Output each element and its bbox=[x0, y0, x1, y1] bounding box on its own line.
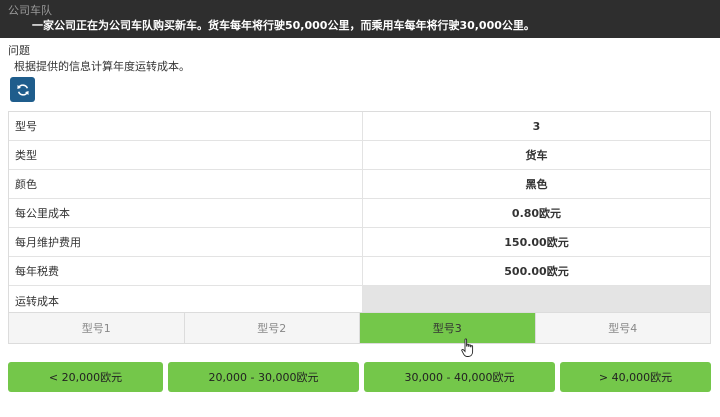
tab-model-2[interactable]: 型号2 bbox=[185, 313, 360, 343]
row-label: 每年税费 bbox=[9, 257, 363, 285]
answer-options: < 20,000欧元 20,000 - 30,000欧元 30,000 - 40… bbox=[8, 362, 711, 392]
table-row: 型号 3 bbox=[9, 112, 710, 141]
answer-button[interactable]: < 20,000欧元 bbox=[8, 362, 163, 392]
answer-button[interactable]: > 40,000欧元 bbox=[560, 362, 711, 392]
row-value: 3 bbox=[532, 119, 541, 133]
row-label: 每月维护费用 bbox=[9, 228, 363, 256]
table-row: 运转成本 bbox=[9, 286, 710, 315]
question-text: 根据提供的信息计算年度运转成本。 bbox=[14, 60, 190, 73]
row-value: 150.00欧元 bbox=[504, 236, 569, 249]
row-value: 黑色 bbox=[525, 178, 548, 191]
question-label: 问题 bbox=[8, 44, 30, 57]
refresh-icon bbox=[16, 83, 29, 96]
scenario-description: 一家公司正在为公司车队购买新车。货车每年将行驶50,000公里，而乘用车每年将行… bbox=[32, 19, 535, 32]
row-label: 颜色 bbox=[9, 170, 363, 198]
refresh-button[interactable] bbox=[10, 77, 35, 102]
table-row: 颜色 黑色 bbox=[9, 170, 710, 199]
tab-model-3[interactable]: 型号3 bbox=[360, 313, 536, 343]
scenario-header: 公司车队 一家公司正在为公司车队购买新车。货车每年将行驶50,000公里，而乘用… bbox=[0, 0, 720, 38]
vehicle-info-table: 型号 3 类型 货车 颜色 黑色 每公里成本 0.80欧元 每月维护费用 150… bbox=[8, 111, 711, 316]
row-label: 类型 bbox=[9, 141, 363, 169]
table-row: 每年税费 500.00欧元 bbox=[9, 257, 710, 286]
table-row: 每月维护费用 150.00欧元 bbox=[9, 228, 710, 257]
table-row: 类型 货车 bbox=[9, 141, 710, 170]
row-label: 每公里成本 bbox=[9, 199, 363, 227]
hand-cursor-icon bbox=[461, 338, 474, 357]
row-label: 型号 bbox=[9, 112, 363, 140]
row-label: 运转成本 bbox=[9, 286, 363, 315]
table-row: 每公里成本 0.80欧元 bbox=[9, 199, 710, 228]
row-value: 500.00欧元 bbox=[504, 265, 569, 278]
scenario-title: 公司车队 bbox=[8, 4, 52, 17]
tab-model-1[interactable]: 型号1 bbox=[9, 313, 185, 343]
model-tabs: 型号1 型号2 型号3 型号4 bbox=[8, 312, 711, 344]
answer-button[interactable]: 30,000 - 40,000欧元 bbox=[364, 362, 555, 392]
running-cost-value bbox=[363, 286, 710, 315]
tab-model-4[interactable]: 型号4 bbox=[536, 313, 711, 343]
row-value: 0.80欧元 bbox=[511, 207, 562, 220]
row-value: 货车 bbox=[525, 149, 548, 162]
answer-button[interactable]: 20,000 - 30,000欧元 bbox=[168, 362, 359, 392]
